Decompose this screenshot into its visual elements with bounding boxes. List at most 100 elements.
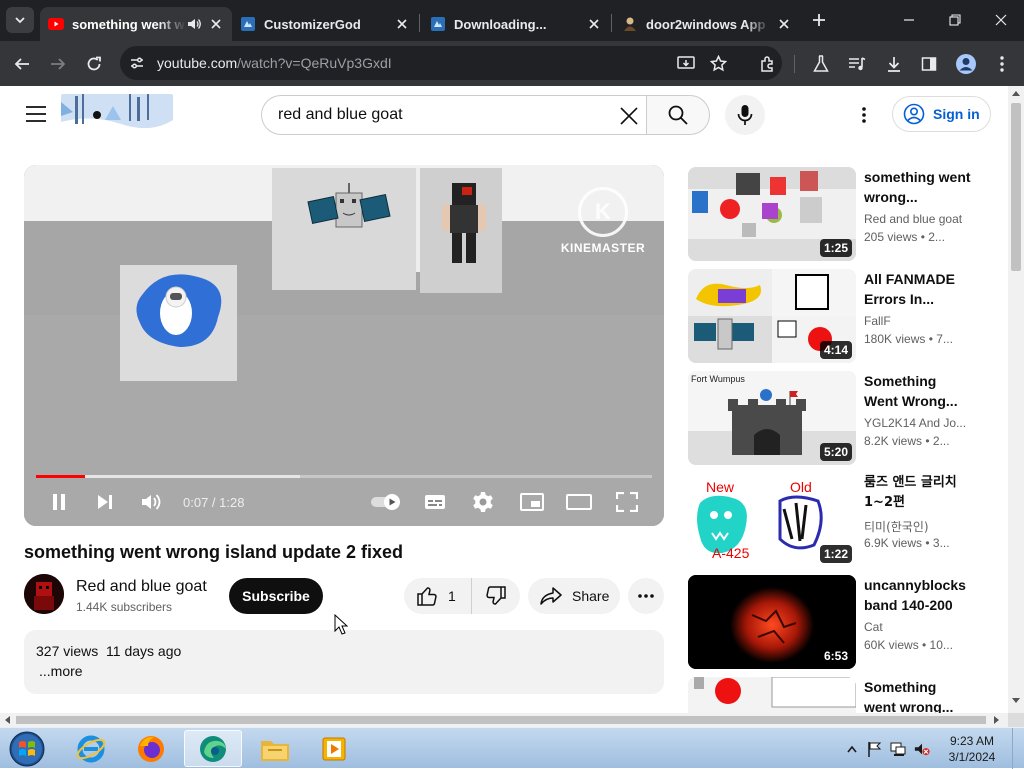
scroll-left-arrow-icon[interactable] — [4, 716, 10, 724]
related-video-title[interactable]: All FANMADE Errors In... — [864, 269, 972, 309]
show-hidden-icons-arrow[interactable] — [844, 741, 860, 757]
related-video-channel[interactable]: YGL2K14 And Jo... — [864, 416, 966, 430]
reload-button[interactable] — [81, 51, 107, 77]
edge-taskbar-icon[interactable] — [184, 730, 242, 767]
close-tab-icon[interactable] — [208, 16, 224, 32]
related-video-title[interactable]: Something Went Wrong... — [864, 371, 972, 411]
next-button[interactable] — [92, 489, 118, 515]
scroll-up-arrow-icon[interactable] — [1012, 90, 1020, 96]
youtube-doodle-logo[interactable] — [61, 94, 173, 133]
site-info-icon[interactable] — [126, 52, 148, 74]
related-video-channel[interactable]: 티미(한국인) — [864, 518, 929, 535]
firefox-taskbar-icon[interactable] — [122, 730, 180, 767]
close-tab-icon[interactable] — [586, 16, 602, 32]
tab-youtube[interactable]: something went wrong island update 2 fix… — [40, 7, 232, 41]
video-player[interactable]: K KINEMASTER 0:07 / 1:28 — [24, 165, 664, 526]
restore-button[interactable] — [932, 0, 978, 40]
channel-avatar[interactable] — [24, 574, 64, 614]
theater-mode-button[interactable] — [566, 489, 592, 515]
fullscreen-button[interactable] — [614, 489, 640, 515]
horizontal-scrollbar[interactable] — [0, 713, 1008, 727]
related-video[interactable]: 1:25 something went wrong... Red and blu… — [688, 167, 988, 261]
browser-menu-icon[interactable] — [989, 51, 1015, 77]
close-tab-icon[interactable] — [394, 16, 410, 32]
start-button[interactable] — [0, 730, 54, 767]
close-window-button[interactable] — [978, 0, 1024, 40]
media-controls-icon[interactable] — [844, 51, 870, 77]
profile-avatar-icon[interactable] — [953, 51, 979, 77]
internet-explorer-taskbar-icon[interactable] — [62, 730, 120, 767]
show-desktop-button[interactable] — [1012, 728, 1024, 769]
related-video[interactable]: 6:53 uncannyblocks band 140-200 Cat 60K … — [688, 575, 988, 669]
related-video-channel[interactable]: Red and blue goat — [864, 212, 962, 226]
video-thumbnail[interactable]: 1:25 — [688, 167, 856, 261]
autoplay-toggle[interactable] — [369, 489, 405, 515]
clear-search-icon[interactable] — [618, 105, 640, 127]
vertical-scrollbar[interactable] — [1008, 86, 1024, 713]
video-thumbnail[interactable]: Fort Wumpus 5:20 — [688, 371, 856, 465]
search-box[interactable]: red and blue goat — [261, 95, 647, 135]
related-video-channel[interactable]: FallF — [864, 314, 891, 328]
download-icon[interactable] — [881, 51, 907, 77]
sign-in-button[interactable]: Sign in — [892, 96, 991, 132]
forward-button[interactable] — [45, 51, 71, 77]
scroll-down-arrow-icon[interactable] — [1012, 698, 1020, 704]
video-thumbnail[interactable]: 4:14 — [688, 269, 856, 363]
media-player-taskbar-icon[interactable] — [306, 730, 364, 767]
tab-door2windows[interactable]: door2windows App Bundle — [614, 7, 800, 41]
related-video[interactable]: Fort Wumpus 5:20 Something Went Wrong...… — [688, 371, 988, 465]
action-center-flag-icon[interactable] — [866, 741, 882, 757]
voice-search-button[interactable] — [725, 95, 765, 135]
pause-button[interactable] — [46, 489, 72, 515]
related-video-channel[interactable]: Cat — [864, 620, 883, 634]
close-tab-icon[interactable] — [776, 16, 792, 32]
side-panel-icon[interactable] — [916, 51, 942, 77]
mute-button[interactable] — [139, 489, 165, 515]
related-video[interactable]: 4:14 All FANMADE Errors In... FallF 180K… — [688, 269, 988, 363]
speaker-icon[interactable] — [186, 16, 202, 32]
search-button[interactable] — [646, 95, 710, 135]
install-app-icon[interactable] — [673, 50, 699, 76]
bookmark-star-icon[interactable] — [705, 50, 731, 76]
back-button[interactable] — [9, 51, 35, 77]
miniplayer-icon — [520, 493, 544, 511]
scroll-right-arrow-icon[interactable] — [994, 716, 1000, 724]
subscribe-button[interactable]: Subscribe — [229, 578, 323, 614]
related-video-title[interactable]: 룸즈 앤드 글리치 1~2편 — [864, 473, 972, 513]
related-video-title[interactable]: something went wrong... — [864, 167, 972, 207]
tab-search-dropdown[interactable] — [6, 7, 34, 33]
related-video-title[interactable]: Something went wrong... — [864, 677, 972, 713]
new-tab-button[interactable] — [808, 9, 830, 31]
more-actions-button[interactable] — [628, 578, 664, 614]
volume-muted-icon[interactable] — [914, 741, 930, 757]
horizontal-scroll-thumb[interactable] — [16, 716, 986, 724]
share-button[interactable]: Share — [528, 578, 620, 614]
like-button[interactable]: 1 — [404, 578, 472, 614]
video-thumbnail[interactable] — [688, 677, 856, 713]
description-box[interactable]: 327 views 11 days ago ...more — [24, 630, 664, 694]
settings-button[interactable] — [470, 489, 496, 515]
network-icon[interactable] — [890, 741, 906, 757]
minimize-button[interactable] — [886, 0, 932, 40]
file-explorer-taskbar-icon[interactable] — [246, 730, 304, 767]
tab-downloading[interactable]: Downloading... — [422, 7, 610, 41]
search-input[interactable]: red and blue goat — [278, 106, 403, 124]
related-video[interactable]: Something went wrong... — [688, 677, 988, 713]
address-bar[interactable]: youtube.com/watch?v=QeRuVp3GxdI — [120, 46, 782, 80]
dislike-button[interactable] — [472, 578, 520, 614]
miniplayer-button[interactable] — [519, 489, 545, 515]
settings-menu-icon[interactable] — [852, 103, 876, 127]
guide-menu-icon[interactable] — [24, 105, 48, 123]
tab-customizergod[interactable]: CustomizerGod — [232, 7, 418, 41]
video-thumbnail[interactable]: New Old A-425 1:22 — [688, 473, 856, 567]
channel-name[interactable]: Red and blue goat — [76, 578, 207, 596]
labs-flask-icon[interactable] — [808, 51, 834, 77]
extensions-icon[interactable] — [755, 51, 781, 77]
taskbar-clock[interactable]: 9:23 AM 3/1/2024 — [937, 733, 1007, 765]
vertical-scroll-thumb[interactable] — [1011, 103, 1021, 271]
related-video[interactable]: New Old A-425 1:22 룸즈 앤드 글리치 1~2편 티미(한국인… — [688, 473, 988, 567]
video-thumbnail[interactable]: 6:53 — [688, 575, 856, 669]
subtitles-button[interactable] — [422, 489, 448, 515]
related-video-title[interactable]: uncannyblocks band 140-200 — [864, 575, 972, 615]
show-more-link[interactable]: ...more — [39, 663, 83, 679]
